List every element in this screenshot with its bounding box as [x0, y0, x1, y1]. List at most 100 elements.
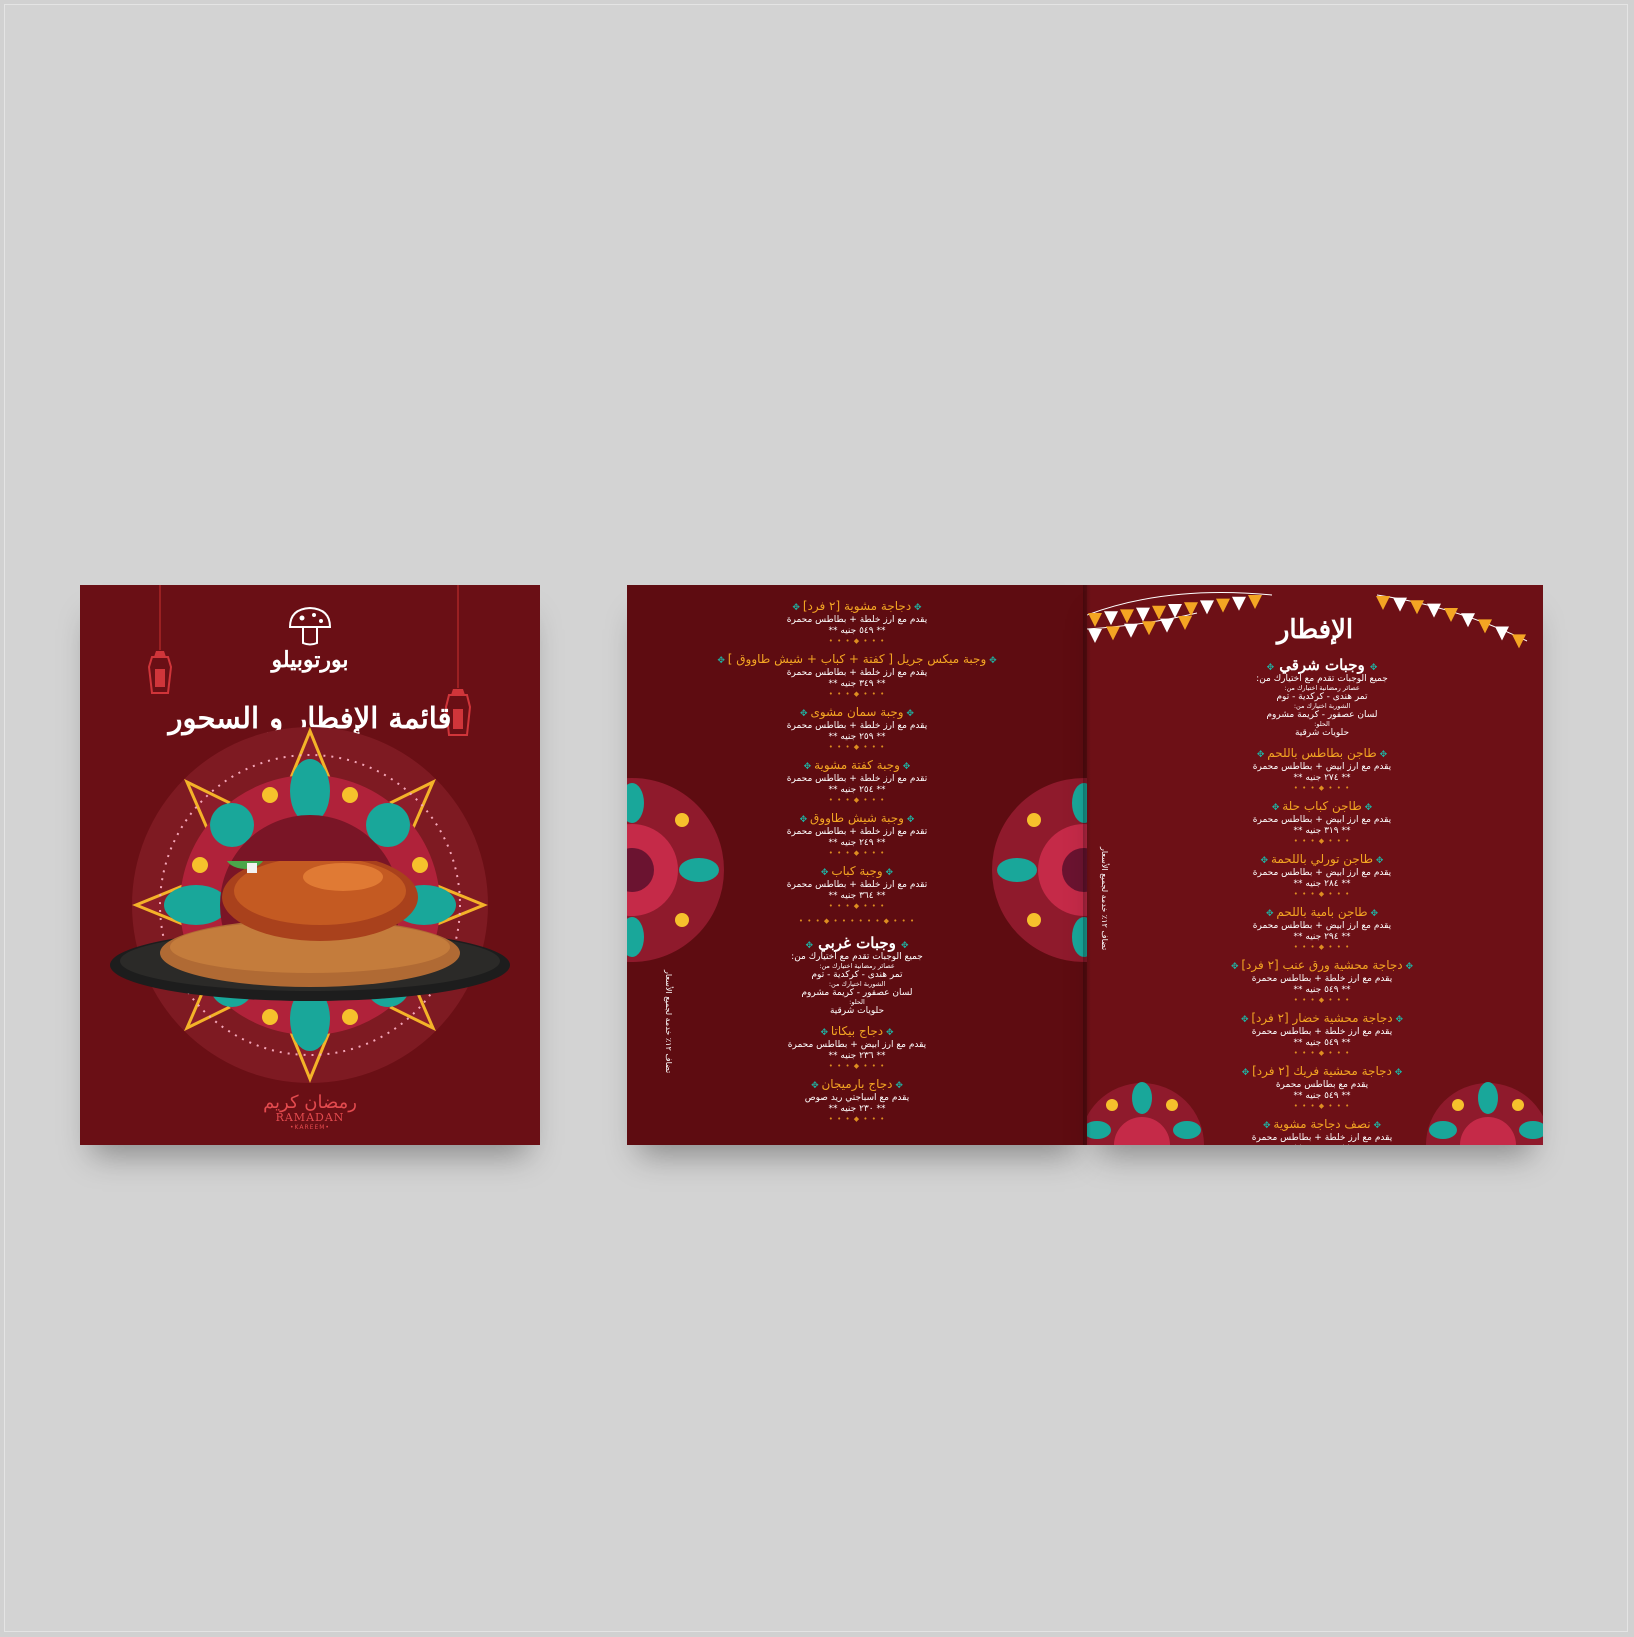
ornament-icon: ✥	[1402, 962, 1414, 972]
meal-includes-intro: جميع الوجبات تقدم مع اختيارك من: عصائر ر…	[707, 952, 1007, 1016]
menu-item: ✥ دجاج بيكاتا ✥ يقدم مع ارز ابيض + بطاطس …	[707, 1024, 1007, 1070]
menu-item: ✥ وجبة شيش طاووق ✥ تقدم مع ارز خلطة + بطا…	[707, 811, 1007, 857]
ornament-icon: ✥	[803, 762, 815, 772]
menu-item-name-row: ✥ نصف دجاجة مشوية ✥	[1157, 1117, 1487, 1133]
ornament-icon: ✥	[1241, 1068, 1253, 1078]
intro-line: الحلو:	[849, 998, 865, 1006]
ornament-icon: ✥	[1367, 909, 1379, 919]
menu-item: ✥ وجبة سمان مشوى ✥ يقدم مع ارز خلطة + بطا…	[707, 705, 1007, 751]
ornament-icon: ✥	[1373, 856, 1384, 866]
section-divider: • • • ◆ • • • • • • ◆ • • •	[798, 917, 916, 925]
intro-line: الحلو:	[1314, 720, 1330, 728]
menu-item-price: ** ٢٥٩ جنيه **	[828, 732, 886, 742]
menu-item-description: يقدم مع ارز خلطة + بطاطس محمرة	[1251, 974, 1393, 984]
ornament-icon: ✥	[903, 815, 915, 825]
eastern-section-title: وجبات شرقي	[1279, 656, 1365, 674]
menu-item-price: ** ٢٩٩ جنيه **	[1157, 1144, 1487, 1145]
menu-item-price: ** ٢٩٤ جنيه **	[1293, 932, 1351, 942]
menu-item: ✥ دجاج بارميجان ✥ يقدم مع اسباجتي ريد صوص…	[707, 1077, 1007, 1123]
item-divider: • • • ◆ • • •	[828, 902, 886, 910]
menu-item-name: وجبة شيش طاووق	[810, 811, 904, 825]
menu-item-name: دجاج بارميجان	[821, 1077, 893, 1091]
item-divider: • • • ◆ • • •	[828, 1115, 886, 1123]
menu-item-description: يقدم مع ارز خلطة + بطاطس محمرة	[786, 721, 928, 731]
grill-items-list: ✥ دجاجة مشوية [٢ فرد] ✥ يقدم مع ارز خلطة …	[707, 599, 1007, 910]
item-divider: • • • ◆ • • •	[828, 796, 886, 804]
ornament-icon: ✥	[1370, 1121, 1381, 1131]
western-section-title: وجبات غربي	[818, 934, 896, 952]
intro-line: جميع الوجبات تقدم مع اختيارك من:	[1256, 674, 1388, 684]
bunting-flag	[1410, 600, 1424, 615]
bunting-flag	[1393, 597, 1407, 612]
menu-item-name: دجاجة مشوية [٢ فرد]	[802, 599, 912, 613]
menu-item-price: ** ٣٤٩ جنيه **	[828, 679, 886, 689]
kareem-english: •KAREEM•	[290, 1124, 330, 1131]
service-charge-note: تضاف ١٢٪ خدمة لجميع الأسعار	[1100, 847, 1109, 951]
item-divider: • • • ◆ • • •	[828, 743, 886, 751]
ornament-icon: ✥	[799, 815, 810, 825]
menu-item-price: ** ٥٤٩ جنيه **	[1293, 1091, 1351, 1101]
menu-item: ✥ طاجن بامية باللحم ✥ يقدم مع ارز ابيض + …	[1157, 905, 1487, 951]
menu-item-price: ** ٢٥٤ جنيه **	[828, 785, 886, 795]
ornament-icon: ✥	[1260, 856, 1271, 866]
bunting-flag	[1376, 596, 1390, 610]
intro-line: حلويات شرقية	[829, 1006, 885, 1016]
menu-item: ✥ وجبة كباب ✥ تقدم مع ارز خلطة + بطاطس مح…	[707, 864, 1007, 910]
lantern-left-icon	[147, 585, 173, 694]
ornament-icon: ✥	[911, 603, 922, 613]
menu-item-name-row: ✥ دجاجة مشوية [٢ فرد] ✥	[707, 599, 1007, 615]
menu-item-price: ** ٥٤٩ جنيه **	[1293, 1038, 1351, 1048]
menu-item-price: ** ٥٤٩ جنيه **	[1293, 985, 1351, 995]
menu-item-name: دجاجة محشية خضار [٢ فرد]	[1251, 1011, 1393, 1025]
western-menu-column: ✥ دجاجة مشوية [٢ فرد] ✥ يقدم مع ارز خلطة …	[707, 599, 1007, 1130]
mushroom-chef-icon	[288, 606, 332, 646]
ornament-icon: ✥	[882, 868, 894, 878]
menu-item-price: ** ٣٦٤ جنيه **	[828, 891, 886, 901]
menu-item-name-row: ✥ وجبة سمان مشوى ✥	[707, 705, 1007, 721]
menu-item: ✥ دجاجة محشية خضار [٢ فرد] ✥ يقدم مع ارز …	[1157, 1011, 1487, 1057]
item-divider: • • • ◆ • • •	[1293, 1102, 1351, 1110]
menu-item-price: ** ٢٨٤ جنيه **	[1293, 879, 1351, 889]
menu-item-name-row: ✥ دجاجة محشية ورق عنب [٢ فرد] ✥	[1157, 958, 1487, 974]
menu-item-name-row: ✥ دجاجة محشية خضار [٢ فرد] ✥	[1157, 1011, 1487, 1027]
menu-item-name-row: ✥ دجاج بارميجان ✥	[707, 1077, 1007, 1093]
menu-item-price: ** ٣١٩ جنيه **	[1293, 826, 1351, 836]
ornament-icon: ✥	[986, 656, 997, 666]
iftar-title: الإفطار	[1276, 615, 1354, 645]
menu-item-price: ** ٢٧٤ جنيه **	[1293, 773, 1351, 783]
menu-item-price: ** ٥٤٩ جنيه **	[828, 626, 886, 636]
eastern-items-list: ✥ طاجن بطاطس باللحم ✥ يقدم مع ارز ابيض + …	[1157, 746, 1487, 1145]
menu-item-name: طاجن تورلي باللحمة	[1270, 852, 1374, 866]
item-divider: • • • ◆ • • •	[828, 637, 886, 645]
menu-cover-page: بورتوبيلو قائمة الإفطار و السحور رمضان ك…	[80, 585, 540, 1145]
menu-item-description: يقدم مع ارز خلطة + بطاطس محمرة	[786, 615, 928, 625]
ornament-icon: ✥	[883, 1028, 894, 1038]
menu-item-name-row: ✥ دجاج بيكاتا ✥	[707, 1024, 1007, 1040]
bunting-flag	[1200, 600, 1214, 615]
ornament-icon: ✥	[811, 1081, 822, 1091]
menu-item-name: دجاجة محشية ورق عنب [٢ فرد]	[1241, 958, 1403, 972]
bunting-flag	[1232, 596, 1246, 611]
bunting-flag	[1216, 598, 1230, 613]
intro-line: تمر هندى - كركدية - توم	[1276, 692, 1368, 702]
menu-item-description: تقدم مع ارز خلطة + بطاطس محمرة	[786, 880, 928, 890]
menu-inner-right-page: الإفطار تضاف ١٢٪ خدمة لجميع الأسعار ✥ وج…	[1087, 585, 1543, 1145]
ornament-icon: ✥	[1263, 1121, 1274, 1131]
ornament-icon: ✥	[717, 656, 728, 666]
ornament-icon: ✥	[1240, 1015, 1252, 1025]
menu-item-price: ** ٢٤٩ جنيه **	[828, 838, 886, 848]
intro-line: عصائر رمضانية اختيارك من:	[819, 962, 895, 970]
menu-item-name: دجاج بيكاتا	[830, 1024, 884, 1038]
eastern-menu-column: ✥ وجبات شرقي ✥ جميع الوجبات تقدم مع اختي…	[1157, 655, 1487, 1145]
menu-item-description: يقدم مع ارز ابيض + بطاطس محمرة	[1252, 868, 1392, 878]
ornament-icon: ✥	[1376, 750, 1388, 760]
ornament-icon: ✥	[900, 941, 909, 951]
brand-name: بورتوبيلو	[271, 647, 349, 673]
menu-item-name-row: ✥ وجبة كفتة مشوية ✥	[707, 758, 1007, 774]
menu-item-name: وجبة ميكس جريل [ كفتة + كباب + شيش طاووق…	[727, 652, 987, 666]
menu-item-description: يقدم مع ارز خلطة + بطاطس محمرة	[1251, 1027, 1393, 1037]
item-divider: • • • ◆ • • •	[828, 1062, 886, 1070]
menu-item: ✥ وجبة كفتة مشوية ✥ تقدم مع ارز خلطة + بط…	[707, 758, 1007, 804]
menu-item-name-row: ✥ دجاجة محشية فريك [٢ فرد] ✥	[1157, 1064, 1487, 1080]
menu-item-name-row: ✥ طاجن كباب حلة ✥	[1157, 799, 1487, 815]
